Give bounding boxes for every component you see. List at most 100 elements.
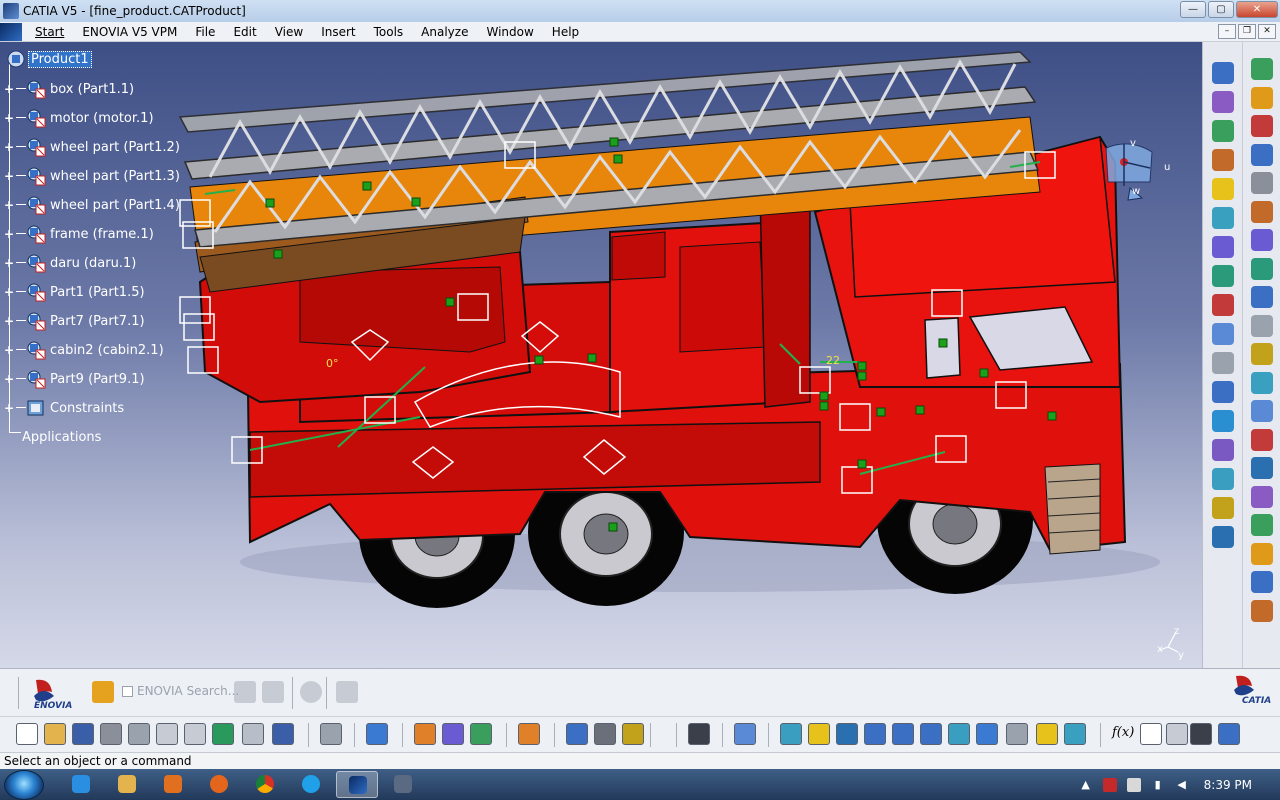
tree-root-product[interactable]: Product1 xyxy=(28,51,92,68)
taskbar-explorer[interactable] xyxy=(106,771,148,798)
hide-show-icon[interactable] xyxy=(1036,723,1058,745)
volume-icon[interactable]: ◀ xyxy=(1175,778,1189,792)
network-icon[interactable]: ▮ xyxy=(1151,778,1165,792)
menu-enovia[interactable]: ENOVIA V5 VPM xyxy=(73,22,186,42)
manipulate-icon[interactable] xyxy=(1212,120,1234,142)
product-knowledge-icon[interactable] xyxy=(734,723,756,745)
tree-expand-icon[interactable]: + xyxy=(4,344,15,356)
offset-icon[interactable] xyxy=(1212,352,1234,374)
workbench-tool-icon[interactable] xyxy=(1251,58,1273,80)
maximize-button[interactable]: ▢ xyxy=(1208,1,1234,18)
update-icon[interactable] xyxy=(1212,526,1234,548)
workbench-tool-icon[interactable] xyxy=(1251,115,1273,137)
reuse-pattern-icon[interactable] xyxy=(1212,497,1234,519)
formula-icon[interactable]: f(x) xyxy=(1112,725,1134,740)
tray-expand-icon[interactable]: ▲ xyxy=(1079,778,1093,792)
fix-icon[interactable] xyxy=(1212,410,1234,432)
workbench-tool-icon[interactable] xyxy=(1251,371,1273,394)
workbench-tool-icon[interactable] xyxy=(1251,314,1273,337)
pan-icon[interactable] xyxy=(836,723,858,745)
explode-view-icon[interactable] xyxy=(518,723,540,745)
workbench-tool-icon[interactable] xyxy=(1251,428,1273,451)
space-analysis-icon[interactable] xyxy=(414,723,436,745)
cut-icon[interactable] xyxy=(128,723,150,745)
new-file-icon[interactable] xyxy=(16,723,38,745)
product-structure-icon[interactable] xyxy=(1212,91,1234,113)
workbench-tool-icon[interactable] xyxy=(1251,229,1273,251)
quick-constraint-icon[interactable] xyxy=(1212,468,1234,490)
update-all-icon[interactable] xyxy=(320,723,342,745)
thermometer-icon[interactable] xyxy=(1166,723,1188,745)
measure-inertia-icon[interactable] xyxy=(622,723,644,745)
compass-widget[interactable]: v u w xyxy=(1100,138,1180,208)
menu-insert[interactable]: Insert xyxy=(312,22,364,42)
menu-file[interactable]: File xyxy=(186,22,224,42)
3d-viewport[interactable]: 0° 22 z x y v u w Product1 + box (Part1.… xyxy=(0,42,1202,668)
swap-visible-icon[interactable] xyxy=(1064,723,1086,745)
taskbar-chrome[interactable] xyxy=(244,771,286,798)
menu-start[interactable]: Start xyxy=(26,22,73,42)
workbench-tool-icon[interactable] xyxy=(1251,514,1273,536)
workbench-tool-icon[interactable] xyxy=(1251,485,1273,508)
battery-icon[interactable] xyxy=(1126,777,1141,792)
fire-truck-model[interactable]: 0° 22 z x y xyxy=(0,42,1202,668)
coincidence-icon[interactable] xyxy=(1212,294,1234,316)
rotate-icon[interactable] xyxy=(864,723,886,745)
windows-start-icon[interactable] xyxy=(4,770,44,800)
open-icon[interactable] xyxy=(44,723,66,745)
workbench-tool-icon[interactable] xyxy=(1251,172,1273,194)
close-button[interactable]: ✕ xyxy=(1236,1,1278,18)
clash-icon[interactable] xyxy=(1212,207,1234,229)
angle-icon[interactable] xyxy=(1212,381,1234,403)
action-center-icon[interactable] xyxy=(1102,777,1117,792)
taskbar-clock[interactable]: 8:39 PM xyxy=(1204,778,1252,792)
workbench-tool-icon[interactable] xyxy=(1251,286,1273,308)
enovia-search-control[interactable]: ENOVIA Search... xyxy=(122,684,239,698)
menu-help[interactable]: Help xyxy=(543,22,588,42)
minimize-button[interactable]: — xyxy=(1180,1,1206,18)
tree-expand-icon[interactable]: + xyxy=(4,315,15,327)
taskbar-camera[interactable] xyxy=(382,771,424,798)
comment-icon[interactable] xyxy=(1140,723,1162,745)
workbench-tool-icon[interactable] xyxy=(1251,599,1273,622)
copy-icon[interactable] xyxy=(156,723,178,745)
clash-detection-icon[interactable] xyxy=(442,723,464,745)
tree-expand-icon[interactable]: + xyxy=(4,373,15,385)
enovia-refresh-icon[interactable] xyxy=(300,681,322,703)
workbench-tool-icon[interactable] xyxy=(1251,143,1273,166)
capture-icon[interactable] xyxy=(688,723,710,745)
doc-restore-button[interactable]: ❐ xyxy=(1238,24,1256,39)
table-icon[interactable] xyxy=(1190,723,1212,745)
snap-icon[interactable] xyxy=(1212,149,1234,171)
iso-view-icon[interactable] xyxy=(976,723,998,745)
workbench-tool-icon[interactable] xyxy=(1251,257,1273,280)
undo-icon[interactable] xyxy=(212,723,234,745)
tree-expand-icon[interactable]: + xyxy=(4,228,15,240)
print-icon[interactable] xyxy=(100,723,122,745)
workbench-tool-icon[interactable] xyxy=(1251,200,1273,223)
tree-expand-icon[interactable]: + xyxy=(4,141,15,153)
fix-together-icon[interactable] xyxy=(1212,439,1234,461)
menu-tools[interactable]: Tools xyxy=(365,22,413,42)
tree-expand-icon[interactable]: + xyxy=(4,402,15,414)
enovia-tools-icon[interactable] xyxy=(336,681,358,703)
save-icon[interactable] xyxy=(72,723,94,745)
menu-window[interactable]: Window xyxy=(477,22,542,42)
assembly-design-icon[interactable] xyxy=(1212,62,1234,84)
paste-icon[interactable] xyxy=(184,723,206,745)
taskbar-ie[interactable] xyxy=(60,771,102,798)
menu-view[interactable]: View xyxy=(266,22,312,42)
tree-expand-icon[interactable]: + xyxy=(4,286,15,298)
workbench-tool-icon[interactable] xyxy=(1251,86,1273,109)
doc-close-button[interactable]: ✕ xyxy=(1258,24,1276,39)
enovia-connect-icon[interactable] xyxy=(92,681,114,703)
workbench-tool-icon[interactable] xyxy=(1251,343,1273,365)
catalog-browser-icon[interactable] xyxy=(366,723,388,745)
workbench-tool-icon[interactable] xyxy=(1251,400,1273,422)
enovia-search-checkbox[interactable] xyxy=(122,685,133,697)
tree-expand-icon[interactable]: + xyxy=(4,257,15,269)
menu-analyze[interactable]: Analyze xyxy=(412,22,477,42)
sectioning-icon[interactable] xyxy=(470,723,492,745)
taskbar-skype[interactable] xyxy=(290,771,332,798)
workbench-tool-icon[interactable] xyxy=(1251,542,1273,565)
